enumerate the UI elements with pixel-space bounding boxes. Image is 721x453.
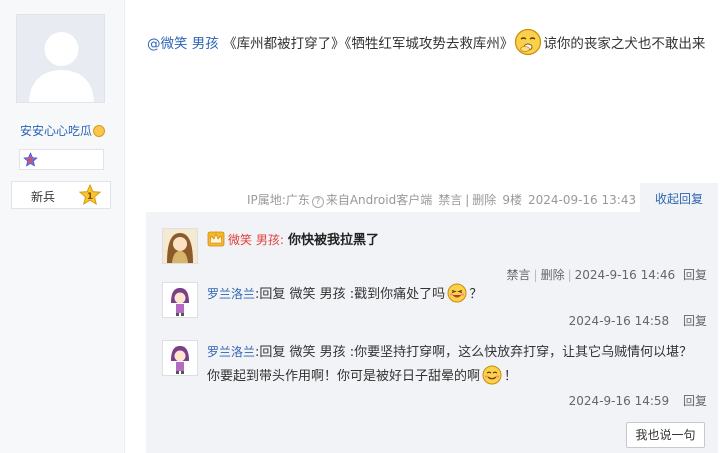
client-source: 来自Android客户端 — [325, 193, 433, 207]
reply-text: :回复 微笑 男孩 :戳到你痛处了吗 — [255, 287, 446, 302]
reply-item: 罗兰洛兰:回复 微笑 男孩 :戳到你痛处了吗 ？ 2024-9-16 14:58… — [162, 282, 707, 338]
post-meta: IP属地:广东? 来自Android客户端 禁言 | 删除 9楼 2024-09-16 13… — [247, 193, 637, 208]
ban-link[interactable]: 禁言 — [438, 193, 462, 207]
post-text-part2: 谅你的丧家之犬也不敢出来 — [543, 36, 706, 52]
reply-time: 2024-9-16 14:46 — [574, 268, 676, 282]
post-time: 2024-09-16 13:43 — [527, 193, 637, 207]
reply-text: 你快被我拉黑了 — [288, 233, 380, 248]
reply-ban-link[interactable]: 禁言 — [507, 268, 531, 282]
reply-text-end: ？ — [469, 287, 483, 302]
sleepy-emoji-icon — [515, 28, 542, 56]
reply-button[interactable]: 回复 — [683, 394, 707, 408]
mention-link[interactable]: @微笑 男孩 — [147, 36, 219, 52]
face-emoji-icon — [93, 125, 105, 137]
reply-avatar[interactable] — [162, 340, 198, 376]
reply-meta: 禁言 | 删除 | 2024-9-16 14:46 回复 — [506, 268, 707, 282]
badge-box — [19, 149, 104, 170]
reply-item: 微笑 男孩: 你快被我拉黑了 禁言 | 删除 | 2024-9-16 14:46 回复 — [162, 228, 707, 282]
level-number: 1 — [87, 192, 93, 202]
level-label: 新兵 — [31, 190, 56, 204]
ip-location: IP属地:广东 — [247, 193, 310, 207]
badge-icon — [23, 152, 38, 167]
replies-panel: 微笑 男孩: 你快被我拉黑了 禁言 | 删除 | 2024-9-16 14:46 回复 … — [146, 212, 718, 453]
collapse-replies-button[interactable]: 收起回复 — [640, 183, 718, 213]
reply-body: 微笑 男孩: 你快被我拉黑了 — [207, 228, 705, 253]
help-icon[interactable]: ? — [311, 196, 324, 208]
level-star-icon: 1 — [79, 184, 101, 206]
reply-body: 罗兰洛兰:回复 微笑 男孩 :戳到你痛处了吗 ？ — [207, 282, 705, 307]
crown-icon — [207, 231, 225, 247]
delete-link[interactable]: 删除 — [472, 193, 496, 207]
reply-body: 罗兰洛兰:回复 微笑 男孩 :你要坚持打穿啊，这么快放弃打穿，让其它乌贼情何以堪… — [207, 340, 705, 389]
reply-button[interactable]: 回复 — [683, 268, 707, 282]
reply-author-name[interactable]: 罗兰洛兰 — [207, 287, 255, 301]
reply-time: 2024-9-16 14:59 — [568, 394, 670, 408]
reply-avatar[interactable] — [162, 228, 198, 264]
laughing-emoji-icon — [447, 283, 467, 303]
reply-item: 罗兰洛兰:回复 微笑 男孩 :你要坚持打穿啊，这么快放弃打穿，让其它乌贼情何以堪… — [162, 340, 707, 412]
author-avatar[interactable] — [16, 14, 105, 103]
reply-avatar[interactable] — [162, 282, 198, 318]
reply-text: :回复 微笑 男孩 :你要坚持打穿啊，这么快放弃打穿，让其它乌贼情何以堪？你要起… — [207, 345, 693, 384]
floor-number: 9楼 — [502, 193, 522, 207]
reply-author-name[interactable]: 罗兰洛兰 — [207, 345, 255, 359]
reply-author-name[interactable]: 微笑 男孩: — [228, 233, 284, 247]
add-reply-button[interactable]: 我也说一句 — [626, 422, 705, 448]
reply-button[interactable]: 回复 — [683, 314, 707, 328]
level-box[interactable]: 新兵 1 — [11, 181, 111, 209]
post-text-part1: 《库州都被打穿了》《牺牲红军城攻势去救库州》 — [218, 36, 514, 52]
reply-delete-link[interactable]: 删除 — [541, 268, 565, 282]
author-column: 安安心心吃瓜 新兵 1 — [0, 0, 125, 453]
post-content: @微笑 男孩 《库州都被打穿了》《牺牲红军城攻势去救库州》 谅你的丧家之犬也不敢… — [147, 28, 713, 57]
reply-text-end: ！ — [504, 369, 518, 384]
author-name[interactable]: 安安心心吃瓜 — [0, 122, 125, 139]
reply-meta: 2024-9-16 14:59 回复 — [569, 392, 707, 409]
author-name-text[interactable]: 安安心心吃瓜 — [20, 124, 92, 138]
reply-meta: 2024-9-16 14:58 回复 — [569, 312, 707, 329]
reply-time: 2024-9-16 14:58 — [568, 314, 670, 328]
sweat-smile-emoji-icon — [482, 365, 502, 385]
